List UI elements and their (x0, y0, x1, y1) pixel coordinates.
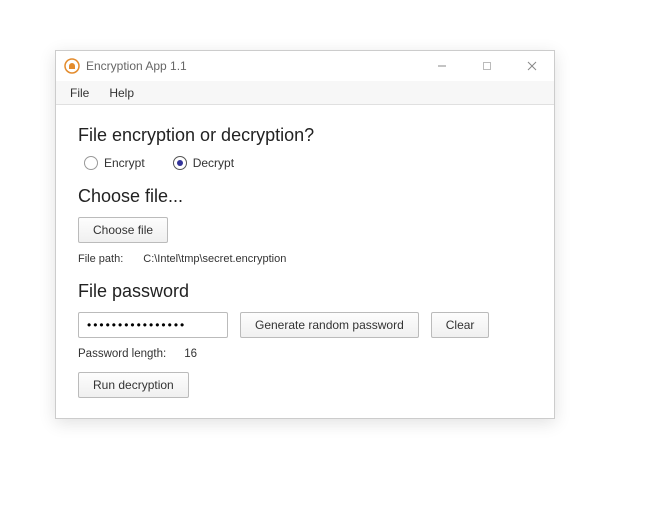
titlebar: Encryption App 1.1 (56, 51, 554, 81)
password-input[interactable] (78, 312, 228, 338)
radio-encrypt-label: Encrypt (104, 156, 145, 170)
choose-file-heading: Choose file... (78, 186, 532, 207)
radio-circle-icon (84, 156, 98, 170)
file-path-value: C:\Intel\tmp\secret.encryption (143, 253, 286, 265)
radio-circle-icon (173, 156, 187, 170)
radio-decrypt-label: Decrypt (193, 156, 234, 170)
password-length-value: 16 (184, 348, 197, 360)
password-heading: File password (78, 281, 532, 302)
menu-file[interactable]: File (60, 83, 99, 103)
choose-file-button[interactable]: Choose file (78, 217, 168, 243)
content-area: File encryption or decryption? Encrypt D… (56, 105, 554, 418)
mode-heading: File encryption or decryption? (78, 125, 532, 146)
menu-help[interactable]: Help (99, 83, 144, 103)
close-button[interactable] (509, 51, 554, 81)
window-title: Encryption App 1.1 (86, 59, 187, 73)
generate-password-button[interactable]: Generate random password (240, 312, 419, 338)
run-button[interactable]: Run decryption (78, 372, 189, 398)
password-length-label: Password length: (78, 348, 166, 360)
clear-password-button[interactable]: Clear (431, 312, 490, 338)
app-icon (64, 58, 80, 74)
file-path-label: File path: (78, 253, 123, 265)
menubar: File Help (56, 81, 554, 105)
maximize-button[interactable] (464, 51, 509, 81)
window-controls (419, 51, 554, 81)
radio-encrypt[interactable]: Encrypt (84, 156, 145, 170)
mode-radio-group: Encrypt Decrypt (84, 156, 532, 170)
radio-decrypt[interactable]: Decrypt (173, 156, 234, 170)
minimize-button[interactable] (419, 51, 464, 81)
app-window: Encryption App 1.1 File Help File encryp… (55, 50, 555, 419)
